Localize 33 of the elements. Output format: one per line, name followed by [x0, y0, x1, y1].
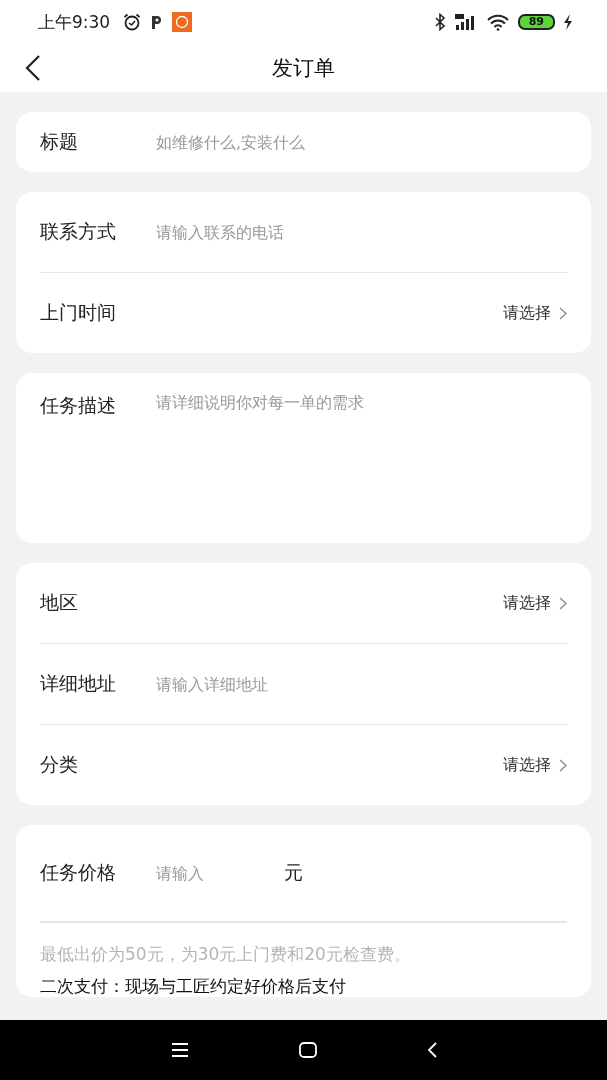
input-field[interactable]: 请输入 — [156, 863, 284, 883]
payment-note: 二次支付：现场与工匠约定好价格后支付 — [40, 975, 347, 997]
status-time: 上午9:30 — [38, 10, 111, 34]
input-field[interactable]: 如维修什么,安装什么 — [156, 132, 567, 152]
home-icon[interactable] — [298, 1042, 317, 1058]
alarm-clock-icon — [122, 12, 143, 32]
chevron-icon — [559, 596, 567, 610]
input-field[interactable]: 请输入联系的电话 — [156, 222, 567, 242]
page-title: 发订单 — [272, 55, 335, 82]
field-label: 详细地址 — [40, 671, 117, 696]
charging-icon — [563, 14, 573, 30]
field-label: 地区 — [40, 590, 79, 615]
picker-button[interactable]: 请选择 — [503, 592, 567, 614]
picker-button[interactable]: 请选择 — [503, 302, 567, 324]
field-label: 上门时间 — [40, 300, 117, 325]
chevron-icon — [559, 758, 567, 772]
menu-icon[interactable] — [170, 1043, 189, 1057]
chevron-icon — [559, 306, 567, 320]
app-notification-icon — [172, 12, 193, 32]
bluetooth-icon — [433, 13, 446, 31]
input-field[interactable]: 请输入详细地址 — [156, 674, 567, 694]
description-field[interactable]: 请详细说明你对每一单的需求 — [156, 393, 456, 417]
field-label: 任务描述 — [40, 393, 117, 418]
field-label: 标题 — [40, 129, 79, 154]
field-label: 联系方式 — [40, 219, 117, 244]
picker-button[interactable]: 请选择 — [503, 754, 567, 776]
wifi-icon — [485, 13, 510, 31]
back-icon[interactable] — [25, 55, 41, 81]
battery-level: 89 — [517, 14, 555, 30]
unit-label: 元 — [284, 860, 303, 885]
field-label: 分类 — [40, 752, 79, 777]
field-label: 任务价格 — [40, 860, 117, 885]
price-hint: 最低出价为50元，为30元上门费和20元检查费。 — [40, 943, 412, 965]
